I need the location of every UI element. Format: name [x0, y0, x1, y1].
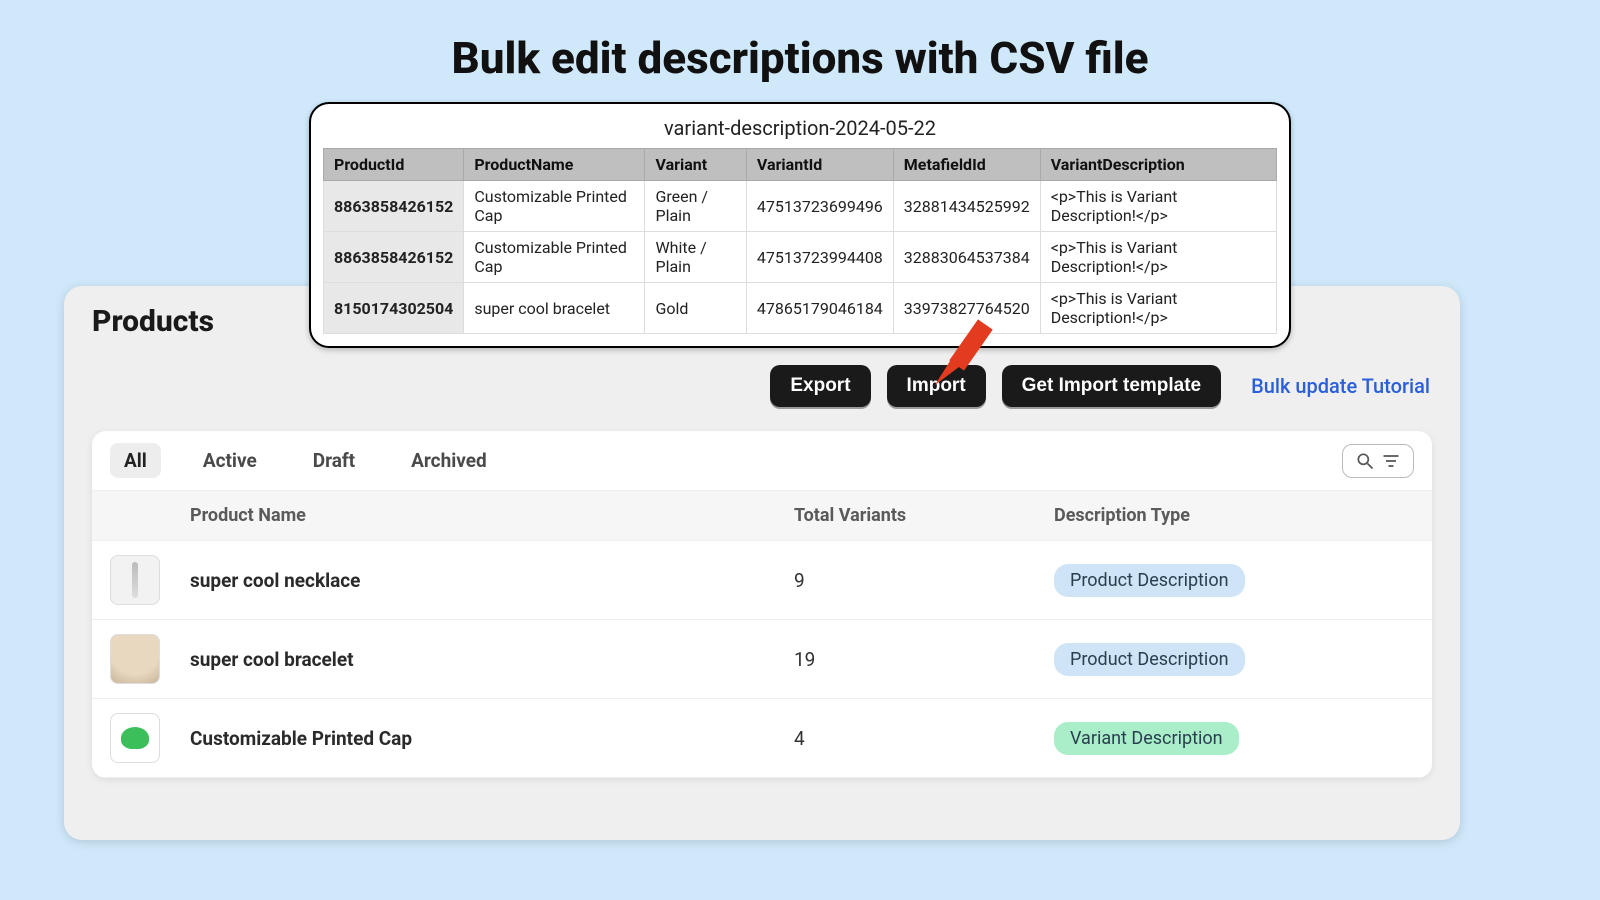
product-row[interactable]: Customizable Printed Cap 4 Variant Descr… [92, 699, 1432, 778]
csv-cell: Gold [645, 283, 746, 334]
col-total-variants: Total Variants [794, 505, 1054, 526]
csv-cell: 8150174302504 [324, 283, 464, 334]
product-thumbnail [110, 555, 160, 605]
description-type-badge: Product Description [1054, 564, 1245, 597]
product-thumbnail [110, 713, 160, 763]
csv-cell: <p>This is Variant Description!</p> [1040, 181, 1276, 232]
csv-cell: <p>This is Variant Description!</p> [1040, 283, 1276, 334]
csv-table: ProductId ProductName Variant VariantId … [323, 148, 1277, 334]
csv-row: 8863858426152 Customizable Printed Cap G… [324, 181, 1277, 232]
csv-cell: Green / Plain [645, 181, 746, 232]
bulk-update-tutorial-link[interactable]: Bulk update Tutorial [1251, 374, 1430, 398]
csv-row: 8150174302504 super cool bracelet Gold 4… [324, 283, 1277, 334]
search-filter-button[interactable] [1342, 444, 1414, 478]
csv-cell: 47513723994408 [746, 232, 893, 283]
export-button[interactable]: Export [770, 365, 870, 407]
product-variants: 4 [794, 727, 1054, 750]
csv-header: VariantDescription [1040, 149, 1276, 181]
csv-cell: super cool bracelet [464, 283, 645, 334]
product-thumbnail [110, 634, 160, 684]
csv-cell: <p>This is Variant Description!</p> [1040, 232, 1276, 283]
products-panel: Products Export Import Get Import templa… [64, 286, 1460, 840]
product-name: Customizable Printed Cap [190, 727, 794, 750]
col-product-name: Product Name [190, 505, 794, 526]
page-title: Bulk edit descriptions with CSV file [0, 0, 1600, 102]
csv-cell: Customizable Printed Cap [464, 232, 645, 283]
tab-draft[interactable]: Draft [299, 443, 369, 478]
csv-row: 8863858426152 Customizable Printed Cap W… [324, 232, 1277, 283]
tab-active[interactable]: Active [189, 443, 271, 478]
csv-preview-card: variant-description-2024-05-22 ProductId… [309, 102, 1291, 348]
description-type-badge: Product Description [1054, 643, 1245, 676]
import-button[interactable]: Import [887, 365, 986, 407]
csv-header: ProductId [324, 149, 464, 181]
csv-cell: White / Plain [645, 232, 746, 283]
action-row: Export Import Get Import template Bulk u… [92, 347, 1432, 427]
csv-header-row: ProductId ProductName Variant VariantId … [324, 149, 1277, 181]
csv-cell: 32883064537384 [893, 232, 1040, 283]
description-type-badge: Variant Description [1054, 722, 1239, 755]
csv-cell: 8863858426152 [324, 181, 464, 232]
csv-cell: 33973827764520 [893, 283, 1040, 334]
col-description-type: Description Type [1054, 505, 1414, 526]
product-list-card: All Active Draft Archived Produ [92, 431, 1432, 778]
tab-all[interactable]: All [110, 443, 161, 478]
product-row[interactable]: super cool necklace 9 Product Descriptio… [92, 541, 1432, 620]
tab-archived[interactable]: Archived [397, 443, 501, 478]
csv-header: VariantId [746, 149, 893, 181]
product-name: super cool necklace [190, 569, 794, 592]
get-template-button[interactable]: Get Import template [1002, 365, 1221, 407]
csv-cell: Customizable Printed Cap [464, 181, 645, 232]
search-icon [1355, 451, 1375, 471]
csv-cell: 47865179046184 [746, 283, 893, 334]
product-variants: 9 [794, 569, 1054, 592]
csv-filename: variant-description-2024-05-22 [323, 114, 1277, 148]
csv-cell: 32881434525992 [893, 181, 1040, 232]
product-variants: 19 [794, 648, 1054, 671]
csv-cell: 8863858426152 [324, 232, 464, 283]
filter-icon [1381, 451, 1401, 471]
product-row[interactable]: super cool bracelet 19 Product Descripti… [92, 620, 1432, 699]
csv-cell: 47513723699496 [746, 181, 893, 232]
list-header: Product Name Total Variants Description … [92, 490, 1432, 541]
tabs-row: All Active Draft Archived [92, 431, 1432, 490]
product-name: super cool bracelet [190, 648, 794, 671]
csv-header: ProductName [464, 149, 645, 181]
csv-header: Variant [645, 149, 746, 181]
csv-header: MetafieldId [893, 149, 1040, 181]
